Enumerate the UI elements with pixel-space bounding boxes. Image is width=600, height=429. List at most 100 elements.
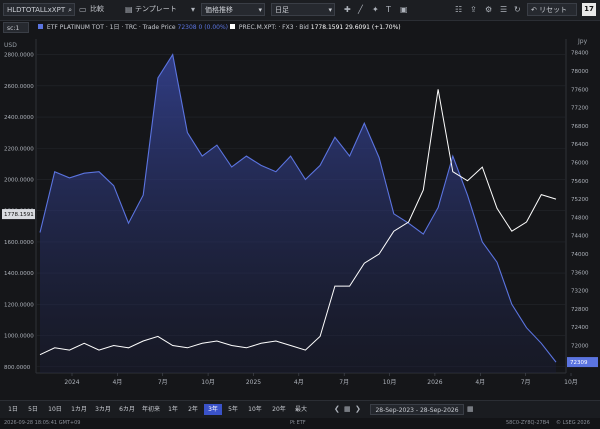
range-button[interactable]: 1カ月	[68, 404, 90, 415]
left-axis-unit: USD	[4, 42, 17, 49]
x-tick-label: 4月	[475, 379, 485, 386]
interval-dropdown[interactable]: 日足 ▾	[271, 3, 335, 16]
template-dropdown-icon: ▾	[191, 5, 196, 14]
x-tick-label: 10月	[564, 379, 578, 386]
range-button[interactable]: 20年	[268, 404, 290, 415]
date-range-input[interactable]: 28-Sep-2023 - 28-Sep-2026	[370, 404, 464, 415]
range-button[interactable]: 1日	[4, 404, 22, 415]
right-tick-label: 72400	[571, 325, 589, 331]
menu-icon[interactable]: ☰	[500, 3, 507, 16]
range-button[interactable]: 5年	[224, 404, 242, 415]
range-button[interactable]: 10年	[244, 404, 266, 415]
x-tick-label: 10月	[383, 379, 397, 386]
reset-label: リセット	[539, 6, 568, 14]
text-tool-icon[interactable]: T	[386, 3, 391, 16]
x-tick-label: 7月	[521, 379, 531, 386]
scale-label: sc:1	[7, 25, 20, 32]
left-tick-label: 1000.0000	[4, 334, 34, 340]
search-icon: ⌕	[68, 6, 72, 14]
compare-button[interactable]: 比較	[90, 3, 104, 16]
x-axis-ticks: 2024 4月 7月 10月 2025 4月 7月 10月 2026 4月 7月 10月	[64, 373, 578, 386]
range-button[interactable]: 3カ月	[92, 404, 114, 415]
indicator-label: 価格推移	[205, 6, 233, 14]
range-button[interactable]: 1年	[164, 404, 182, 415]
calendar-icon[interactable]: ▦	[344, 404, 351, 415]
table-icon[interactable]: ☷	[455, 3, 462, 16]
right-tick-label: 72800	[571, 307, 589, 313]
right-tick-label: 76400	[571, 142, 589, 148]
chevron-left-icon[interactable]: ❮	[334, 404, 340, 415]
range-button[interactable]: 最大	[292, 404, 310, 415]
etf-legend-change: 0 (0.00%)	[198, 24, 229, 31]
x-tick-label: 4月	[112, 379, 122, 386]
status-timestamp: 2026-09-28 18:05:41 GMT+09	[4, 420, 81, 426]
x-tick-label: 4月	[294, 379, 304, 386]
compare-label: 比較	[90, 5, 104, 13]
add-annotation-icon[interactable]: ✦	[372, 3, 379, 16]
left-tick-label: 2800.0000	[4, 53, 34, 59]
app-logo-icon: 17	[582, 3, 596, 16]
template-button[interactable]: テンプレート	[135, 3, 177, 16]
left-tick-label: 2600.0000	[4, 84, 34, 90]
right-tick-label: 76000	[571, 161, 589, 167]
right-last-value-text: 72309	[570, 360, 588, 366]
x-tick-label: 7月	[158, 379, 168, 386]
ric-text: HLDTOTALLxXPT	[7, 6, 66, 14]
left-tick-label: 2400.0000	[4, 115, 34, 121]
date-range-text: 28-Sep-2023 - 28-Sep-2026	[375, 407, 459, 414]
x-tick-label: 10月	[201, 379, 215, 386]
chevron-right-icon[interactable]: ❯	[355, 404, 361, 415]
reset-button[interactable]: ↶ リセット	[527, 3, 577, 16]
range-button[interactable]: 5日	[24, 404, 42, 415]
interval-label: 日足	[275, 6, 289, 14]
xpt-legend-swatch	[230, 24, 235, 29]
right-tick-label: 75600	[571, 179, 589, 185]
range-button[interactable]: 10日	[44, 404, 66, 415]
xpt-legend-label: PREC.M.XPT: · FX3 · Bid	[238, 24, 309, 31]
range-button[interactable]: 3年	[204, 404, 222, 415]
xpt-legend-change: 29.6091 (+1.70%)	[345, 24, 401, 31]
right-tick-label: 76800	[571, 124, 589, 130]
range-button[interactable]: 年初来	[140, 404, 162, 415]
template-label: テンプレート	[135, 5, 177, 13]
right-tick-label: 78000	[571, 69, 589, 75]
range-bar: 1日 5日 10日 1カ月 3カ月 6カ月 年初来 1年 2年 3年 5年 10年 20年 最大 ❮ ▦ …	[0, 400, 600, 419]
status-copyright: © LSEG 2026	[556, 420, 590, 426]
indicator-dropdown[interactable]: 価格推移 ▾	[201, 3, 265, 16]
x-tick-label: 7月	[339, 379, 349, 386]
draw-tool-icon[interactable]: ╱	[358, 3, 363, 16]
x-tick-label: 2026	[427, 379, 442, 386]
right-tick-label: 72000	[571, 344, 589, 350]
left-tick-label: 1200.0000	[4, 302, 34, 308]
right-axis-ticks: 78400 78000 77600 77200 76800 76400 76000 75600…	[571, 51, 589, 368]
x-tick-label: 2025	[246, 379, 261, 386]
right-tick-label: 74400	[571, 234, 589, 240]
left-tick-label: 800.0000	[4, 365, 31, 371]
xpt-legend-value: 1778.1591	[310, 24, 344, 31]
left-last-value-text: 1778.1591	[4, 212, 34, 218]
etf-legend-swatch	[38, 24, 43, 29]
crosshair-icon[interactable]: ✚	[344, 3, 351, 16]
layout-icon[interactable]: ▣	[400, 3, 408, 16]
legend-xpt: PREC.M.XPT: · FX3 · Bid 1778.1591 29.609…	[230, 23, 401, 32]
right-tick-label: 77600	[571, 87, 589, 93]
status-session-id: 58C0-ZY8Q-27B4	[506, 420, 550, 426]
scale-selector[interactable]: sc:1	[3, 22, 29, 33]
right-tick-label: 73600	[571, 270, 589, 276]
legend-etf: ETF PLATINUM TOT · 1日 · TRC · Trade Pric…	[38, 23, 228, 32]
compare-icon: ▭	[79, 5, 87, 14]
price-chart[interactable]: USD Jpy 2800.0000 2600.0000 2400.0000 2200.…	[0, 35, 600, 399]
range-button[interactable]: 6カ月	[116, 404, 138, 415]
right-tick-label: 75200	[571, 197, 589, 203]
settings-icon[interactable]: ⚙	[485, 3, 492, 16]
export-icon[interactable]: ⇪	[470, 3, 477, 16]
left-tick-label: 1600.0000	[4, 240, 34, 246]
chevron-down-icon: ▾	[328, 6, 332, 14]
right-axis-unit: Jpy	[577, 38, 588, 45]
left-tick-label: 2000.0000	[4, 177, 34, 183]
calendar-picker-icon[interactable]: ▦	[467, 404, 474, 415]
refresh-icon[interactable]: ↻	[514, 3, 521, 16]
left-tick-label: 1400.0000	[4, 271, 34, 277]
range-button[interactable]: 2年	[184, 404, 202, 415]
ric-search-input[interactable]: HLDTOTALLxXPT ⌕	[3, 3, 75, 16]
